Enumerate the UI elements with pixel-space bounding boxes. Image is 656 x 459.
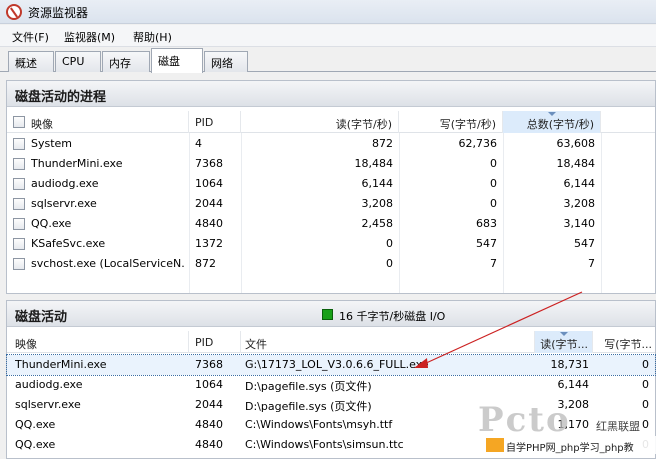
watermark-logo-icon (486, 438, 504, 452)
annotation-arrow-layer (414, 291, 583, 368)
annotation-arrow (423, 291, 583, 365)
watermark-logo-text: Pcto (478, 400, 571, 440)
watermark: Pcto 红黑联盟 自学PHP网_php学习_php教 (478, 400, 656, 459)
tab-disk[interactable]: 磁盘 (151, 48, 203, 73)
watermark-side-text: 红黑联盟 (596, 420, 640, 433)
watermark-bar-text: 自学PHP网_php学习_php教 (506, 443, 634, 454)
annotation-arrowhead (414, 358, 428, 368)
